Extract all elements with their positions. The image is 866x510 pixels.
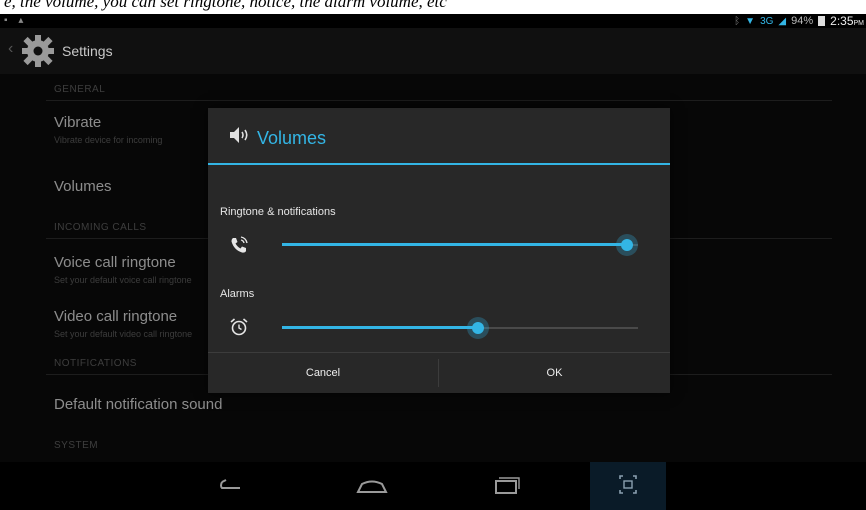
phone-ringing-icon xyxy=(231,236,248,253)
android-screen: ▪ ▴ ᛒ ▼ 3G ◢ 94% 2:35PM ‹ Settings GENER… xyxy=(0,14,866,510)
ringtone-label: Ringtone & notifications xyxy=(220,206,336,218)
caption-text: e, the volume, you can set ringtone, not… xyxy=(4,0,447,11)
settings-gear-icon[interactable] xyxy=(18,32,58,70)
ringtone-slider-fill xyxy=(282,243,628,246)
cancel-button[interactable]: Cancel xyxy=(208,353,438,393)
home-icon[interactable] xyxy=(350,462,394,510)
dialog-title: Volumes xyxy=(257,128,327,148)
recent-apps-icon[interactable] xyxy=(486,462,526,510)
speaker-icon xyxy=(230,127,248,143)
bluetooth-icon: ᛒ xyxy=(734,15,741,27)
clock: 2:35PM xyxy=(830,14,864,28)
action-bar: ‹ Settings xyxy=(0,28,866,74)
signal-icon: ◢ xyxy=(778,15,787,27)
android-icon: ▴ xyxy=(18,15,28,26)
status-bar: ▪ ▴ ᛒ ▼ 3G ◢ 94% 2:35PM xyxy=(0,14,866,28)
alarms-label: Alarms xyxy=(220,288,255,300)
battery-percent: 94% xyxy=(791,15,814,27)
ringtone-slider-thumb[interactable] xyxy=(616,234,639,256)
back-icon[interactable] xyxy=(210,462,250,510)
clock-ampm: PM xyxy=(853,20,865,27)
alarms-slider-fill xyxy=(282,326,478,329)
dialog-header: Volumes xyxy=(208,108,670,163)
wifi-icon: ▼ xyxy=(745,15,756,27)
screenshot-icon[interactable] xyxy=(608,462,648,510)
clock-time: 2:35 xyxy=(830,14,854,28)
battery-icon xyxy=(818,16,826,26)
ringtone-volume-slider[interactable] xyxy=(282,233,639,257)
image-icon: ▪ xyxy=(4,15,12,26)
alarms-volume-slider[interactable] xyxy=(282,316,638,340)
status-notification-icons: ▪ ▴ xyxy=(4,15,27,26)
action-bar-title: Settings xyxy=(62,43,113,59)
navigation-bar xyxy=(0,462,866,510)
alarm-clock-icon xyxy=(230,318,248,336)
network-type: 3G xyxy=(760,15,774,27)
volumes-dialog: Volumes Ringtone & notifications Alarms xyxy=(208,108,670,393)
status-indicators: ᛒ ▼ 3G ◢ 94% 2:35PM xyxy=(734,14,864,28)
page-caption: e, the volume, you can set ringtone, not… xyxy=(0,0,866,14)
alarms-slider-thumb[interactable] xyxy=(466,317,489,339)
up-caret-icon[interactable]: ‹ xyxy=(8,40,13,58)
ok-button[interactable]: OK xyxy=(439,353,670,393)
dialog-title-divider xyxy=(208,163,670,165)
